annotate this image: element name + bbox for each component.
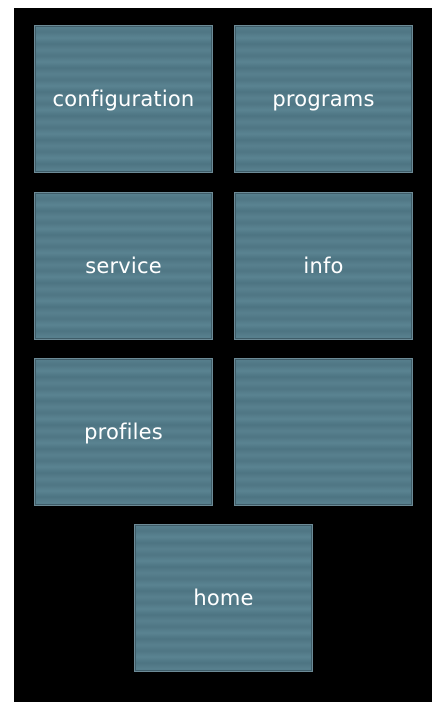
info-button[interactable]: info <box>234 192 413 340</box>
blank-tile-button[interactable] <box>234 358 413 506</box>
profiles-button[interactable]: profiles <box>34 358 213 506</box>
configuration-label: configuration <box>52 87 195 111</box>
info-label: info <box>303 254 344 278</box>
programs-button[interactable]: programs <box>234 25 413 173</box>
service-button[interactable]: service <box>34 192 213 340</box>
home-button[interactable]: home <box>134 524 313 672</box>
programs-label: programs <box>272 87 375 111</box>
home-label: home <box>193 586 254 610</box>
menu-screen: configuration programs service info prof… <box>14 8 432 702</box>
service-label: service <box>85 254 162 278</box>
profiles-label: profiles <box>84 420 163 444</box>
configuration-button[interactable]: configuration <box>34 25 213 173</box>
